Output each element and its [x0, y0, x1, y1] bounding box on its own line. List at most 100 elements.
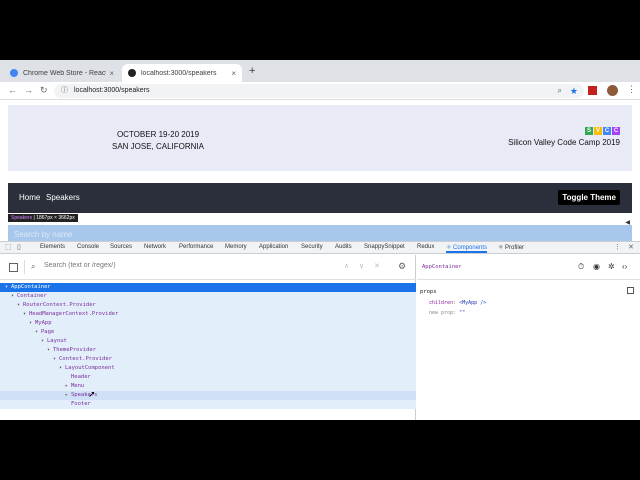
inspect-dimension-tooltip: Speakers | 1867px × 3662px	[8, 214, 78, 222]
event-info: OCTOBER 19-20 2019 SAN JOSE, CALIFORNIA	[8, 129, 308, 153]
tab-chrome-web-store[interactable]: Chrome Web Store - React Dev ×	[4, 64, 120, 82]
devtools-tab-snappysnippet[interactable]: SnappySnippet	[364, 244, 405, 250]
tree-row[interactable]: ▾ AppContainer	[0, 283, 416, 292]
prop-row[interactable]: children: <MyApp />	[429, 300, 486, 306]
close-tab-icon[interactable]: ×	[231, 69, 236, 78]
site-navbar: Home Speakers Toggle Theme	[8, 183, 632, 213]
eye-icon[interactable]: ◉	[593, 262, 600, 271]
devtools-tab-memory[interactable]: Memory	[225, 244, 247, 250]
devtools-tabbar: ⬚ ▯ Elements Console Sources Network Per…	[0, 242, 640, 254]
logo-letter: C	[603, 127, 611, 135]
svcc-branding: S V C C Silicon Valley Code Camp 2019	[508, 127, 620, 147]
selected-component-name: AppContainer	[422, 264, 462, 270]
tree-row[interactable]: ▾ MyApp	[0, 319, 416, 328]
component-name: MyApp	[35, 320, 52, 326]
tab-localhost-speakers[interactable]: localhost:3000/speakers ×	[122, 64, 242, 82]
event-location: SAN JOSE, CALIFORNIA	[111, 142, 205, 151]
url-text: localhost:3000/speakers	[74, 87, 150, 94]
header-banner: OCTOBER 19-20 2019 SAN JOSE, CALIFORNIA …	[8, 105, 632, 171]
address-bar[interactable]: ⓘ localhost:3000/speakers ⌕ ★	[54, 84, 584, 98]
logo-letter: C	[612, 127, 620, 135]
devtools-tab-components[interactable]: ⚛ Components	[446, 244, 488, 253]
tree-toolbar: ⌕ ∧ ∨ ✕ ⚙	[0, 255, 416, 280]
back-button[interactable]: ←	[8, 85, 17, 95]
stopwatch-icon[interactable]: ⏱	[578, 262, 584, 272]
logo-letter: V	[594, 127, 602, 135]
component-tree-pane: ⌕ ∧ ∨ ✕ ⚙ ▾AppContainer▾Container▾Router…	[0, 255, 416, 420]
speaker-search-placeholder: Search by name	[14, 230, 73, 239]
tree-row[interactable]: ▾ HeadManagerContext.Provider	[0, 310, 416, 319]
devtools-tab-elements[interactable]: Elements	[40, 244, 65, 250]
tab-label: localhost:3000/speakers	[141, 69, 217, 77]
toggle-theme-button[interactable]: Toggle Theme	[558, 190, 620, 205]
bug-icon[interactable]: ✲	[608, 262, 615, 271]
new-tab-button[interactable]: +	[249, 65, 255, 77]
tree-row[interactable]: Header	[0, 373, 416, 382]
search-prev-icon[interactable]: ∧	[344, 262, 349, 270]
page-content: OCTOBER 19-20 2019 SAN JOSE, CALIFORNIA …	[0, 101, 640, 246]
tree-row[interactable]: ▾ RouterContext.Provider	[0, 301, 416, 310]
component-name: Menu	[71, 383, 85, 389]
devtools-tab-console[interactable]: Console	[77, 244, 99, 250]
devtools-tab-sources[interactable]: Sources	[110, 244, 132, 250]
tree-row[interactable]: ▾ Page	[0, 328, 416, 337]
devtools-tab-profiler[interactable]: ⚛ Profiler	[498, 244, 524, 251]
info-icon[interactable]: ⓘ	[61, 84, 68, 98]
prop-key: new prop	[429, 310, 454, 316]
devtools-tab-application[interactable]: Application	[259, 244, 288, 250]
inspect-element-icon[interactable]: ⬚	[5, 243, 12, 251]
devtools-tab-network[interactable]: Network	[144, 244, 166, 250]
component-search-input[interactable]	[44, 262, 324, 269]
prop-row[interactable]: new prop: ""	[429, 310, 465, 316]
devtools-tab-audits[interactable]: Audits	[335, 244, 352, 250]
tree-row[interactable]: Footer	[0, 400, 416, 409]
reload-button[interactable]: ↻	[40, 85, 48, 96]
devtools-panel: ⬚ ▯ Elements Console Sources Network Per…	[0, 241, 640, 420]
tree-row[interactable]: ▾ Container	[0, 292, 416, 301]
svcc-logo: S V C C	[508, 127, 620, 135]
tree-row[interactable]: ▾ Layout	[0, 337, 416, 346]
component-name: Context.Provider	[59, 356, 112, 362]
close-tab-icon[interactable]: ×	[109, 69, 114, 78]
select-element-icon[interactable]	[9, 263, 18, 272]
globe-icon	[128, 69, 136, 77]
devtools-menu-icon[interactable]: ⋮	[614, 243, 621, 251]
clear-search-icon[interactable]: ✕	[374, 262, 380, 270]
inspector-header: AppContainer ⏱ ◉ ✲ ‹›	[417, 255, 640, 280]
tree-row[interactable]: ▾ ThemeProvider	[0, 346, 416, 355]
component-name: RouterContext.Provider	[23, 302, 96, 308]
devtools-tab-redux[interactable]: Redux	[417, 244, 434, 250]
address-toolbar: ← → ↻ ⓘ localhost:3000/speakers ⌕ ★ ⋮	[0, 82, 640, 100]
tree-row[interactable]: ▸ Menu	[0, 382, 416, 391]
nav-speakers-link[interactable]: Speakers	[46, 193, 80, 202]
tree-row[interactable]: ▸ Speakers	[0, 391, 416, 400]
gear-icon[interactable]: ⚙	[398, 261, 406, 272]
copy-icon[interactable]	[627, 287, 634, 294]
search-icon[interactable]: ⌕	[558, 84, 562, 98]
nav-home-link[interactable]: Home	[19, 193, 40, 202]
inspected-component-name: Speakers	[11, 215, 33, 221]
device-toolbar-icon[interactable]: ▯	[17, 243, 21, 251]
tree-row[interactable]: ▾ LayoutComponent	[0, 364, 416, 373]
component-name: Container	[17, 293, 47, 299]
component-name: ThemeProvider	[53, 347, 97, 353]
component-inspector-pane: AppContainer ⏱ ◉ ✲ ‹› props children: <M…	[417, 255, 640, 420]
toolbar-divider	[24, 260, 25, 274]
view-source-icon[interactable]: ‹›	[622, 262, 627, 271]
component-name: Layout	[47, 338, 67, 344]
forward-button[interactable]: →	[24, 85, 33, 95]
conference-title: Silicon Valley Code Camp 2019	[508, 138, 620, 147]
chrome-menu-button[interactable]: ⋮	[627, 84, 636, 95]
component-name: AppContainer	[11, 284, 51, 290]
component-name: Page	[41, 329, 55, 335]
devtools-tab-security[interactable]: Security	[301, 244, 323, 250]
component-name: Header	[71, 374, 91, 380]
avatar[interactable]	[607, 85, 618, 96]
search-next-icon[interactable]: ∨	[359, 262, 364, 270]
extension-icon[interactable]	[588, 86, 597, 95]
star-icon[interactable]: ★	[570, 84, 578, 98]
tab-strip: Chrome Web Store - React Dev × localhost…	[0, 60, 640, 82]
devtools-tab-performance[interactable]: Performance	[179, 244, 213, 250]
tree-row[interactable]: ▾ Context.Provider	[0, 355, 416, 364]
close-devtools-icon[interactable]: ✕	[628, 243, 634, 251]
